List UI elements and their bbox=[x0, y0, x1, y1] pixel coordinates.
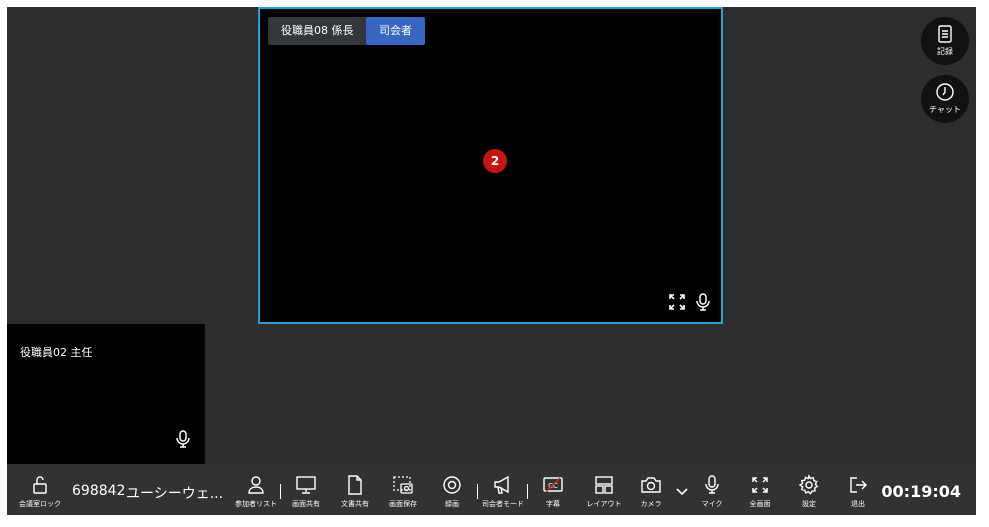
chat-label: チャット bbox=[929, 105, 961, 114]
main-video-tile[interactable]: 役職員08 係長 司会者 2 bbox=[258, 7, 723, 324]
settings-button[interactable]: 設定 bbox=[788, 464, 830, 515]
screenshot-label: 画面保存 bbox=[389, 500, 417, 508]
mic-icon[interactable] bbox=[173, 429, 193, 449]
divider bbox=[527, 484, 528, 499]
host-badge: 司会者 bbox=[366, 17, 425, 45]
meeting-window: 役職員08 係長 司会者 2 役職員02 主任 記録 チャット 会議室ロック 6… bbox=[7, 7, 976, 515]
record-notes-label: 記録 bbox=[937, 47, 953, 56]
screen-share-button[interactable]: 画面共有 bbox=[285, 464, 327, 515]
record-icon bbox=[443, 476, 461, 494]
mic-button[interactable]: マイク bbox=[691, 464, 733, 515]
mic-label: マイク bbox=[701, 500, 723, 508]
meeting-id: 698842 bbox=[72, 483, 126, 499]
clock-icon bbox=[936, 83, 954, 101]
layout-label: レイアウト bbox=[586, 500, 622, 508]
host-mode-label: 司会者モード bbox=[482, 500, 524, 508]
fullscreen-icon bbox=[752, 477, 768, 493]
camera-label: カメラ bbox=[640, 500, 662, 508]
screen-share-label: 画面共有 bbox=[292, 500, 320, 508]
expand-icon[interactable] bbox=[667, 292, 687, 312]
chevron-down-icon bbox=[676, 488, 688, 496]
participants-button[interactable]: 参加者リスト bbox=[231, 464, 281, 515]
exit-label: 退出 bbox=[851, 500, 865, 508]
screenshot-button[interactable]: 画面保存 bbox=[382, 464, 424, 515]
screenshot-camera-icon bbox=[393, 476, 413, 494]
closed-caption-icon: CC bbox=[543, 477, 563, 493]
participant-count-badge: 2 bbox=[483, 149, 507, 173]
record-button[interactable]: 録画 bbox=[431, 464, 473, 515]
monitor-icon bbox=[296, 476, 316, 494]
meeting-name: ユーシーウェ... bbox=[126, 486, 224, 502]
gear-icon bbox=[798, 474, 819, 495]
fullscreen-button[interactable]: 全画面 bbox=[739, 464, 781, 515]
unlock-icon bbox=[33, 476, 47, 494]
divider bbox=[477, 484, 478, 499]
exit-button[interactable]: 退出 bbox=[837, 464, 879, 515]
document-share-label: 文書共有 bbox=[341, 500, 369, 508]
person-icon bbox=[248, 476, 264, 494]
caption-button[interactable]: CC 字幕 bbox=[532, 464, 574, 515]
megaphone-icon bbox=[494, 475, 509, 494]
caption-label: 字幕 bbox=[546, 500, 560, 508]
toolbar: 会議室ロック 698842 ユーシーウェ... 参加者リスト 画面共有 文書共有 bbox=[7, 464, 976, 515]
file-icon bbox=[348, 475, 362, 495]
document-share-button[interactable]: 文書共有 bbox=[334, 464, 376, 515]
microphone-icon bbox=[705, 475, 719, 494]
main-participant-name: 役職員08 係長 bbox=[268, 17, 367, 45]
record-notes-button[interactable]: 記録 bbox=[921, 17, 969, 65]
room-lock-button[interactable]: 会議室ロック bbox=[13, 464, 67, 515]
layout-button[interactable]: レイアウト bbox=[580, 464, 628, 515]
record-label: 録画 bbox=[445, 500, 459, 508]
divider bbox=[280, 484, 281, 499]
camera-icon bbox=[641, 477, 661, 493]
settings-label: 設定 bbox=[802, 500, 816, 508]
room-lock-label: 会議室ロック bbox=[19, 500, 61, 508]
fullscreen-label: 全画面 bbox=[749, 500, 771, 508]
camera-options-dropdown[interactable] bbox=[671, 464, 689, 515]
participant-video-tile[interactable]: 役職員02 主任 bbox=[7, 324, 205, 464]
chat-button[interactable]: チャット bbox=[921, 75, 969, 123]
meeting-timer: 00:19:04 bbox=[881, 482, 961, 501]
layout-icon bbox=[595, 476, 613, 494]
host-mode-button[interactable]: 司会者モード bbox=[479, 464, 527, 515]
participants-label: 参加者リスト bbox=[235, 500, 277, 508]
mic-icon[interactable] bbox=[693, 292, 713, 312]
document-icon bbox=[938, 25, 952, 43]
small-participant-name: 役職員02 主任 bbox=[20, 346, 93, 359]
exit-icon bbox=[850, 477, 867, 493]
camera-button[interactable]: カメラ bbox=[631, 464, 671, 515]
